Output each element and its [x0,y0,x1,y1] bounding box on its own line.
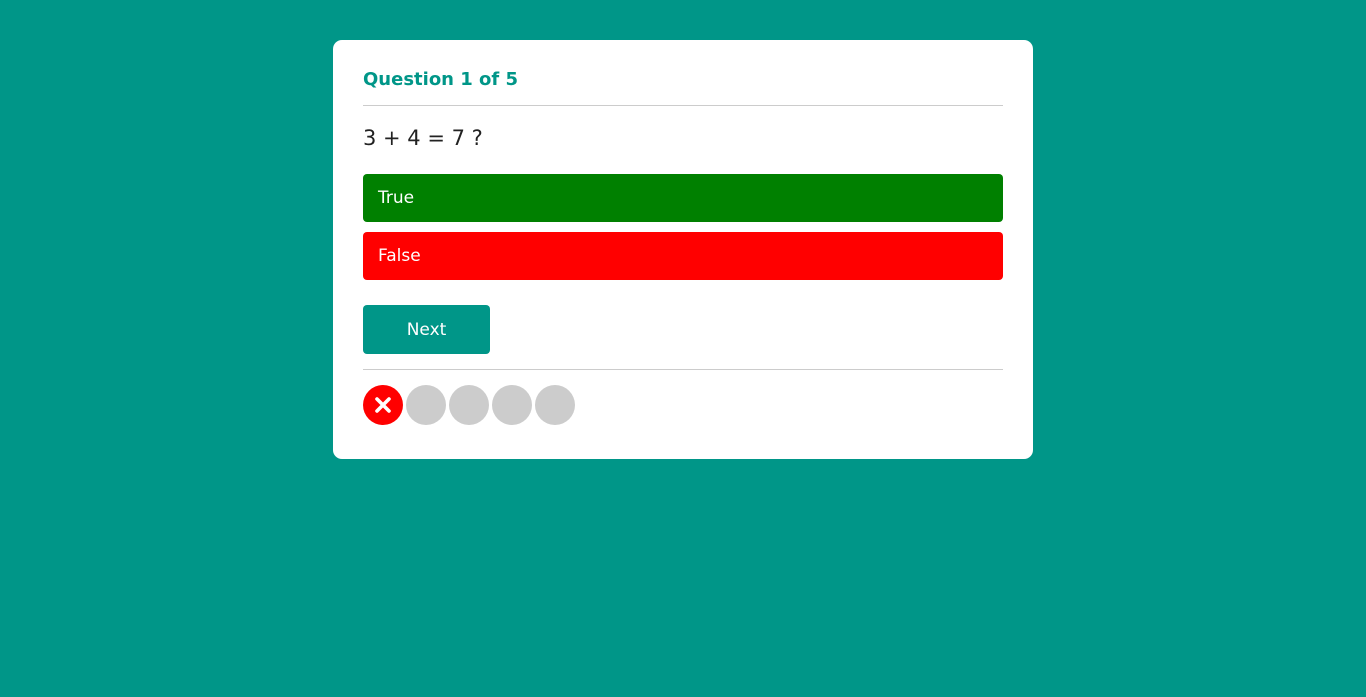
result-dot-2 [406,385,446,425]
question-counter: Question 1 of 5 [363,69,519,90]
answer-false-button[interactable]: False [363,232,1003,280]
quiz-card: Question 1 of 5 3 + 4 = 7 ? True False N… [333,40,1033,459]
header-divider [363,105,1003,106]
answer-true-label: True [378,188,415,208]
answer-false-label: False [378,246,421,266]
footer-divider [363,369,1003,370]
question-text: 3 + 4 = 7 ? [363,126,483,150]
next-button-label: Next [406,319,447,340]
results-progress [363,385,575,425]
next-button[interactable]: Next [363,305,490,354]
result-dot-3 [449,385,489,425]
result-dot-5 [535,385,575,425]
answer-true-button[interactable]: True [363,174,1003,222]
result-dot-1 [363,385,403,425]
result-dot-4 [492,385,532,425]
close-icon [374,396,392,414]
